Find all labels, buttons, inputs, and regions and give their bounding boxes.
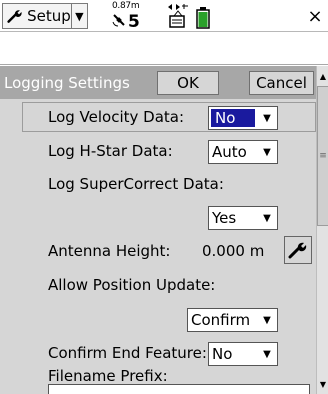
setup-label: Setup	[27, 7, 71, 25]
log-hstar-label: Log H-Star Data:	[48, 142, 173, 160]
log-hstar-select[interactable]: Auto ▼	[208, 140, 278, 164]
log-velocity-value: No	[211, 109, 255, 127]
log-velocity-select[interactable]: No ▼	[208, 106, 278, 130]
chevron-down-icon[interactable]: ▼	[257, 147, 277, 158]
ok-button[interactable]: OK	[157, 71, 219, 95]
confirm-end-feature-label: Confirm End Feature:	[48, 344, 207, 362]
cancel-button[interactable]: Cancel	[249, 71, 314, 95]
chevron-down-icon[interactable]: ▼	[257, 113, 277, 124]
wrench-icon	[7, 10, 22, 23]
form-header: Logging Settings OK Cancel	[0, 66, 316, 99]
log-supercorrect-label: Log SuperCorrect Data:	[48, 175, 224, 193]
close-button[interactable]: ×	[304, 4, 326, 28]
confirm-end-feature-select[interactable]: No ▼	[208, 342, 278, 366]
scroll-down-icon[interactable]: ▼	[317, 374, 328, 394]
chevron-down-icon[interactable]: ▼	[257, 213, 277, 224]
antenna-settings-button[interactable]	[284, 236, 312, 264]
allow-position-update-select[interactable]: Confirm ▼	[187, 308, 278, 332]
accuracy-readout: 0.87m	[112, 1, 140, 11]
antenna-height-label: Antenna Height:	[48, 242, 171, 260]
allow-position-update-label: Allow Position Update:	[48, 276, 216, 294]
log-supercorrect-value: Yes	[212, 209, 237, 227]
chevron-down-icon[interactable]: ▼	[70, 4, 87, 28]
wrench-icon	[288, 242, 307, 259]
log-velocity-label: Log Velocity Data:	[48, 108, 185, 126]
connection-icon	[168, 4, 188, 28]
filename-prefix-label: Filename Prefix:	[48, 367, 168, 385]
page-title: Logging Settings	[4, 74, 130, 92]
setup-menu-button[interactable]: Setup ▼	[2, 3, 88, 29]
antenna-height-value: 0.000 m	[202, 242, 265, 260]
status-icons	[166, 2, 226, 30]
battery-icon	[196, 7, 210, 29]
allow-position-update-value: Confirm	[191, 311, 251, 329]
scroll-up-icon[interactable]: ▲	[317, 66, 328, 86]
chevron-down-icon[interactable]: ▼	[257, 315, 277, 326]
gps-status[interactable]: 0.87m 5	[100, 1, 170, 32]
satellite-count: 5	[128, 12, 140, 32]
satellite-icon	[112, 14, 125, 27]
logging-settings-form: Logging Settings OK Cancel Log Velocity …	[0, 66, 316, 394]
filename-prefix-input[interactable]	[48, 384, 310, 394]
log-supercorrect-select[interactable]: Yes ▼	[208, 206, 278, 230]
title-bar: Setup ▼ 0.87m 5 ×	[0, 0, 328, 32]
blank-strip	[0, 33, 328, 65]
confirm-end-feature-value: No	[212, 345, 233, 363]
log-hstar-value: Auto	[212, 143, 247, 161]
chevron-down-icon[interactable]: ▼	[257, 349, 277, 360]
scrollbar-thumb[interactable]: ≡	[317, 86, 328, 226]
scrollbar[interactable]: ▲ ≡ ▼	[316, 66, 328, 394]
close-icon: ×	[307, 5, 323, 27]
